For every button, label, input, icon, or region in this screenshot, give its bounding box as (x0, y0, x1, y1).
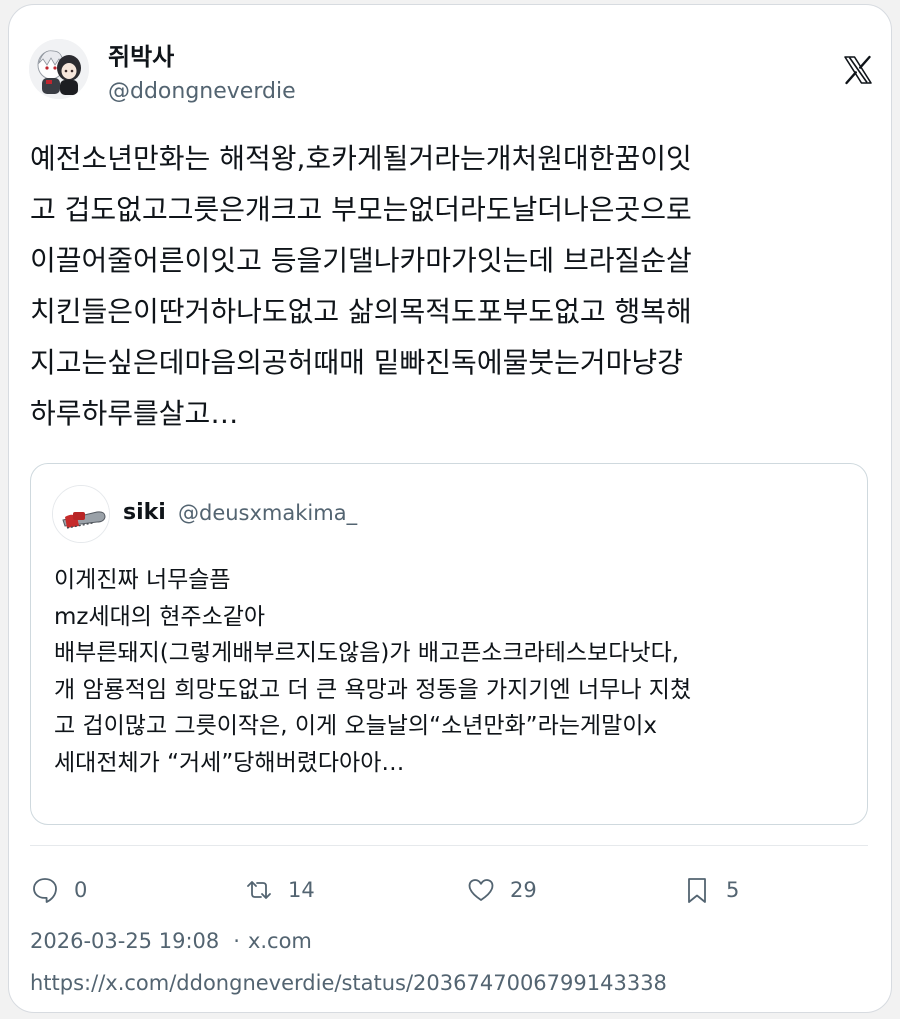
author-display-name[interactable]: 쥐박사 (108, 39, 296, 75)
quoted-text-line: 배부른돼지(그렇게배부르지도않음)가 배고픈소크라테스보다낫다, (54, 640, 680, 666)
reply-button[interactable]: 0 (30, 867, 87, 913)
x-logo-icon[interactable] (843, 55, 873, 85)
bookmark-button[interactable]: 5 (682, 867, 739, 913)
quoted-text-line: 세대전체가 “거세”당해버렸다아아… (54, 749, 405, 776)
reply-count: 0 (74, 878, 88, 902)
tweet-text-line: 이끌어줄어른이잇고 등을기댈나카마가잇는데 브라질순살 (30, 244, 692, 277)
author-handle[interactable]: @ddongneverdie (108, 75, 296, 109)
quoted-text-line: 고 겁이많고 그릇이작은, 이게 오늘날의“소년만화”라는게말이x (54, 713, 657, 739)
action-bar: 0 14 29 5 (30, 867, 868, 913)
source-link[interactable]: x.com (248, 929, 312, 953)
timestamp[interactable]: 2026-03-25 19:08 (30, 929, 219, 953)
tweet-text-line: 치킨들은이딴거하나도없고 삶의목적도포부도없고 행복해 (30, 295, 692, 328)
author-names: 쥐박사 @ddongneverdie (108, 39, 296, 109)
author-avatar[interactable] (29, 39, 89, 99)
retweet-icon (247, 881, 271, 899)
tweet-body: 예전소년만화는 해적왕,호카게될거라는개처원대한꿈이잇 고 겁도없고그릇은개크고… (30, 133, 872, 439)
tweet-card: 쥐박사 @ddongneverdie 예전소년만화는 해적왕,호카게될거라는개처… (8, 4, 892, 1013)
bookmark-icon (688, 878, 706, 903)
tweet-text-line: 하루하루를살고… (30, 397, 239, 430)
tweet-header: 쥐박사 @ddongneverdie (29, 39, 873, 111)
tweet-meta: 2026-03-25 19:08 · x.com (30, 923, 312, 959)
quoted-author-avatar[interactable] (52, 485, 110, 543)
heart-icon (468, 879, 494, 901)
reply-icon (33, 878, 57, 903)
quoted-tweet-body: 이게진짜 너무슬픔 mz세대의 현주소같아 배부른돼지(그렇게배부르지도않음)가… (54, 562, 854, 781)
quoted-text-line: 개 암룡적임 희망도없고 더 큰 욕망과 정동을 가지기엔 너무나 지쳤 (54, 676, 692, 703)
tweet-text-line: 예전소년만화는 해적왕,호카게될거라는개처원대한꿈이잇 (30, 142, 692, 175)
retweet-button[interactable]: 14 (244, 867, 315, 913)
bookmark-count: 5 (726, 878, 740, 902)
quoted-text-line: 이게진짜 너무슬픔 (54, 567, 231, 593)
meta-separator: · (233, 929, 240, 953)
actions-divider (30, 845, 868, 846)
tweet-text-line: 지고는싶은데마음의공허때매 밑빠진독에물붓는거마냥걍 (30, 346, 683, 379)
like-count: 29 (510, 878, 537, 902)
quoted-display-name[interactable]: siki (123, 498, 166, 528)
like-button[interactable]: 29 (466, 867, 537, 913)
retweet-count: 14 (288, 878, 315, 902)
anime-avatar-icon (29, 39, 89, 99)
quoted-text-line: mz세대의 현주소같아 (54, 603, 266, 630)
quoted-tweet[interactable]: siki @deusxmakima_ 이게진짜 너무슬픔 mz세대의 현주소같아… (30, 463, 868, 825)
tweet-text-line: 고 겁도없고그릇은개크고 부모는없더라도날더나은곳으로 (30, 193, 692, 226)
chainsaw-icon (53, 486, 109, 542)
tweet-url[interactable]: https://x.com/ddongneverdie/status/20367… (30, 965, 667, 1001)
quoted-handle[interactable]: @deusxmakima_ (178, 498, 357, 528)
